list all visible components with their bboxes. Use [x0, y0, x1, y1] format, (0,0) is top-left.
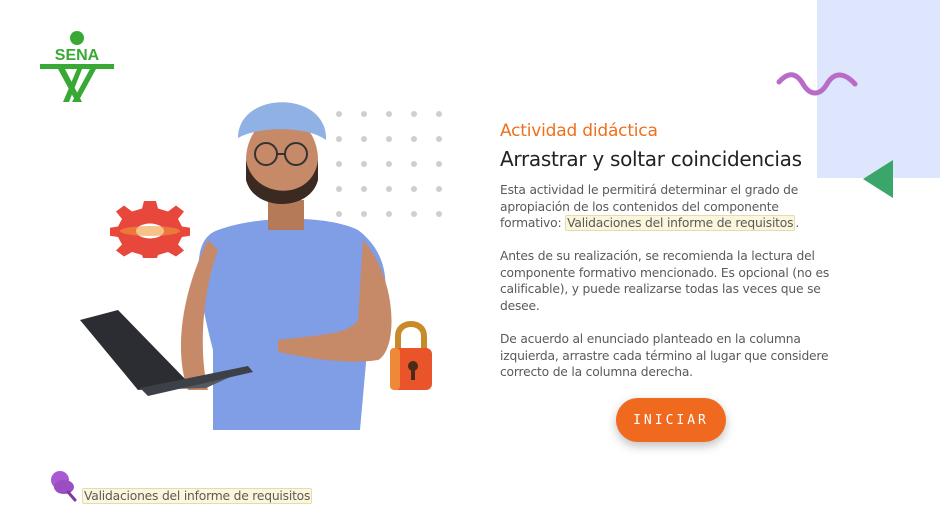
activity-title: Arrastrar y soltar coincidencias — [500, 147, 802, 171]
dot-grid — [336, 111, 442, 217]
component-link[interactable]: Validaciones del informe de requisitos — [565, 215, 796, 232]
logo-text: SENA — [55, 47, 100, 64]
gear-icon — [110, 201, 190, 258]
footer-component-link[interactable]: Validaciones del informe de requisitos — [82, 488, 313, 504]
intro-paragraph: Esta actividad le permitirá determinar e… — [500, 182, 835, 232]
recommendation-paragraph: Antes de su realización, se recomienda l… — [500, 249, 830, 313]
intro-end: . — [795, 216, 800, 231]
instructions-paragraph: De acuerdo al enunciado planteado en la … — [500, 332, 829, 380]
footer-link-text[interactable]: Validaciones del informe de requisitos — [82, 488, 313, 504]
padlock-icon — [390, 321, 432, 390]
wave-icon — [776, 72, 858, 96]
pin-icon — [51, 471, 77, 502]
triangle-icon — [863, 160, 893, 198]
start-button[interactable]: INICIAR — [616, 398, 726, 442]
activity-eyebrow: Actividad didáctica — [500, 121, 658, 141]
